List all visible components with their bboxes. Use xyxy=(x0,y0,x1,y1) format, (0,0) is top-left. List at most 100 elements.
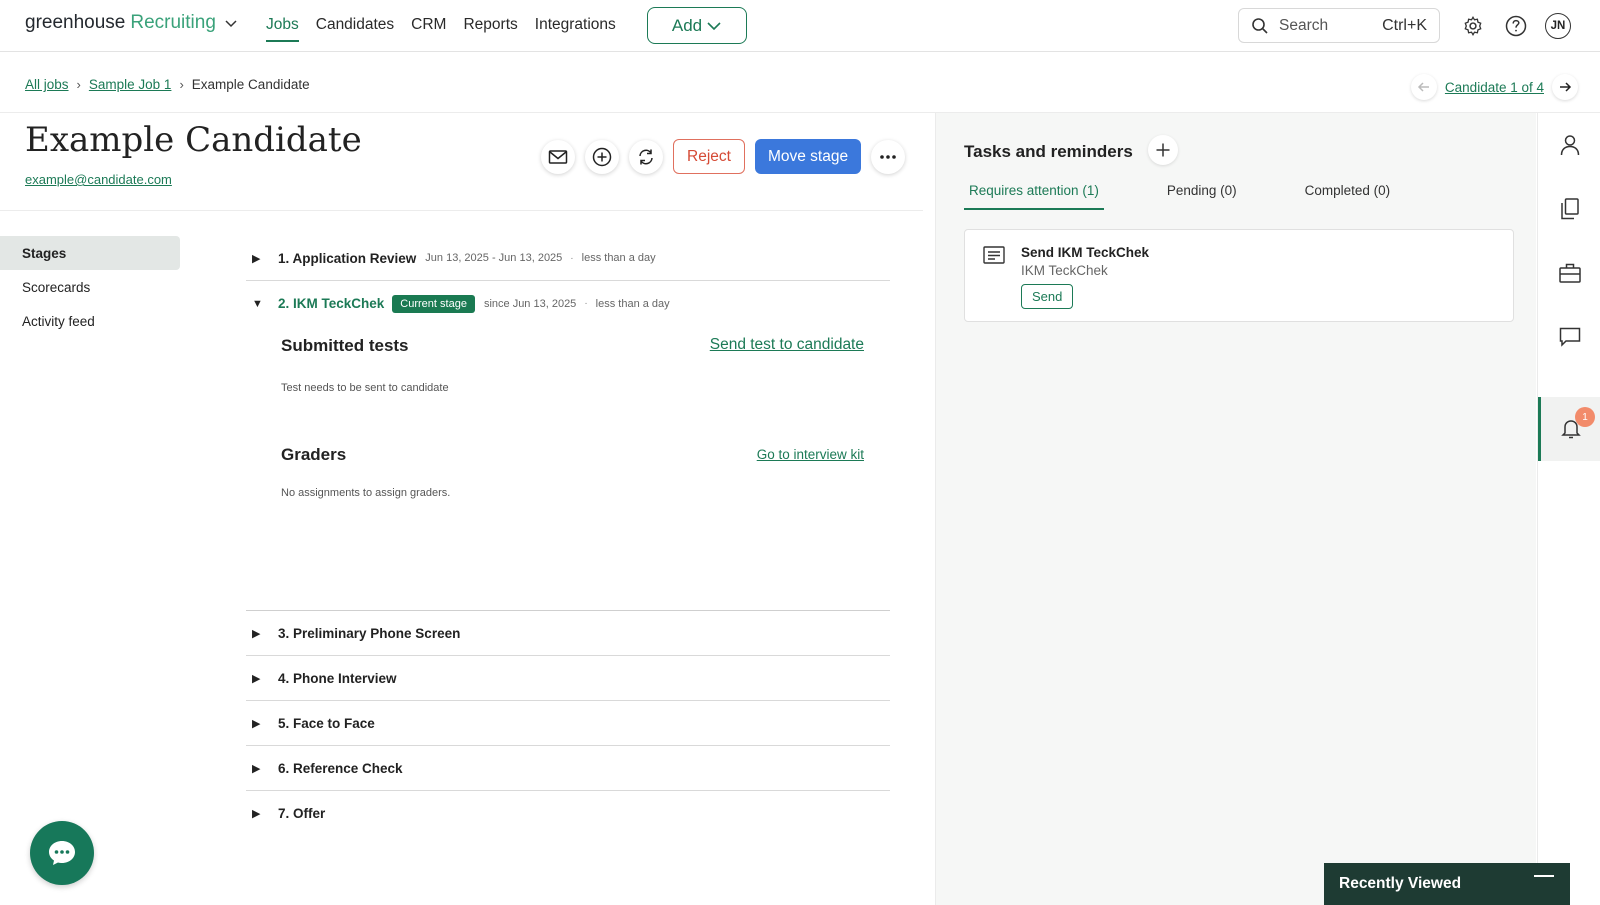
chevron-right-icon: › xyxy=(76,77,81,92)
stage-name: 4. Phone Interview xyxy=(278,670,397,686)
subnav-activity-feed[interactable]: Activity feed xyxy=(0,304,180,338)
chevron-down-icon xyxy=(707,21,721,30)
subnav-scorecards[interactable]: Scorecards xyxy=(0,270,180,304)
arrow-left-icon xyxy=(1417,82,1429,92)
page-title: Example Candidate xyxy=(25,120,362,160)
chat-icon xyxy=(1559,327,1580,347)
subnav-stages[interactable]: Stages xyxy=(0,236,180,270)
refresh-icon xyxy=(639,149,653,164)
candidate-position-link[interactable]: Candidate 1 of 4 xyxy=(1445,80,1544,95)
caret-right-icon: ▶ xyxy=(252,252,261,265)
send-test-link[interactable]: Send test to candidate xyxy=(710,336,864,354)
stage-row-face-to-face[interactable]: ▶ 5. Face to Face xyxy=(246,701,890,746)
next-candidate-button[interactable] xyxy=(1552,74,1578,100)
rail-profile[interactable] xyxy=(1538,113,1600,177)
more-horizontal-icon xyxy=(880,154,896,159)
product-switcher[interactable]: greenhouse Recruiting xyxy=(25,12,238,34)
caret-right-icon: ▶ xyxy=(252,672,261,685)
more-options-button[interactable] xyxy=(871,139,906,174)
user-avatar[interactable]: JN xyxy=(1545,13,1571,39)
nav-crm[interactable]: CRM xyxy=(411,16,446,42)
caret-right-icon: ▶ xyxy=(252,762,261,775)
breadcrumb-job[interactable]: Sample Job 1 xyxy=(89,77,172,92)
stage-row-phone-interview[interactable]: ▶ 4. Phone Interview xyxy=(246,656,890,701)
caret-right-icon: ▶ xyxy=(252,627,261,640)
submitted-tests-heading: Submitted tests xyxy=(281,336,409,355)
briefcase-icon xyxy=(1558,263,1581,283)
chat-launcher-button[interactable] xyxy=(30,821,94,885)
caret-down-icon: ▼ xyxy=(252,297,263,310)
breadcrumb-all-jobs[interactable]: All jobs xyxy=(25,77,69,92)
chat-bubble-icon xyxy=(49,841,75,865)
rail-documents[interactable] xyxy=(1538,177,1600,241)
rail-messages[interactable] xyxy=(1538,305,1600,369)
stage-row-offer[interactable]: ▶ 7. Offer xyxy=(246,791,890,836)
recently-viewed-bar[interactable]: Recently Viewed xyxy=(1324,863,1570,905)
candidate-email-link[interactable]: example@candidate.com xyxy=(25,172,172,187)
mail-icon xyxy=(548,149,568,164)
minimize-icon[interactable] xyxy=(1534,875,1554,877)
separator-dot: · xyxy=(570,252,574,264)
nav-candidates[interactable]: Candidates xyxy=(316,16,394,42)
breadcrumb-current: Example Candidate xyxy=(191,77,310,92)
add-button[interactable]: Add xyxy=(647,7,747,44)
notification-count-badge: 1 xyxy=(1575,407,1595,427)
add-button-label: Add xyxy=(671,15,703,35)
arrow-right-icon xyxy=(1560,82,1572,92)
search-input[interactable]: Search Ctrl+K xyxy=(1238,8,1440,43)
stage-duration: less than a day xyxy=(581,252,656,264)
rail-jobs[interactable] xyxy=(1538,241,1600,305)
settings-button[interactable] xyxy=(1460,13,1486,39)
help-icon xyxy=(1505,15,1527,37)
tab-completed[interactable]: Completed (0) xyxy=(1300,183,1396,210)
candidate-actions: Reject Move stage xyxy=(541,139,906,174)
graders-note: No assignments to assign graders. xyxy=(281,487,451,499)
logo-text: greenhouse xyxy=(25,12,126,33)
main-nav: Jobs Candidates CRM Reports Integrations xyxy=(266,16,616,42)
email-button[interactable] xyxy=(541,139,575,174)
right-icon-rail: 1 xyxy=(1537,113,1600,905)
breadcrumb: All jobs › Sample Job 1 › Example Candid… xyxy=(25,77,310,92)
add-task-button[interactable] xyxy=(1148,135,1178,165)
chevron-down-icon xyxy=(225,20,237,28)
tab-requires-attention[interactable]: Requires attention (1) xyxy=(964,183,1104,210)
add-action-button[interactable] xyxy=(585,139,619,174)
copy-icon xyxy=(1560,198,1579,220)
plus-icon xyxy=(1156,143,1170,157)
graders-heading: Graders xyxy=(281,445,347,464)
stage-row-application-review[interactable]: ▶ 1. Application Review Jun 13, 2025 - J… xyxy=(246,236,890,281)
stage-since: since Jun 13, 2025 xyxy=(483,297,577,310)
stage-name: 1. Application Review xyxy=(278,250,417,266)
stage-name: 5. Face to Face xyxy=(278,715,375,731)
nav-reports[interactable]: Reports xyxy=(463,16,517,42)
help-button[interactable] xyxy=(1503,13,1529,39)
interview-kit-link[interactable]: Go to interview kit xyxy=(757,447,864,462)
search-shortcut: Ctrl+K xyxy=(1382,16,1427,34)
rail-notifications[interactable]: 1 xyxy=(1538,397,1600,461)
stage-row-preliminary-phone-screen[interactable]: ▶ 3. Preliminary Phone Screen xyxy=(246,611,890,656)
caret-right-icon: ▶ xyxy=(252,717,261,730)
stage-details-panel: Submitted tests Send test to candidate T… xyxy=(246,326,890,611)
send-task-button[interactable]: Send xyxy=(1021,284,1074,309)
stage-dates: Jun 13, 2025 - Jun 13, 2025 xyxy=(425,252,563,264)
stages-list: ▶ 1. Application Review Jun 13, 2025 - J… xyxy=(246,236,890,836)
task-title: Send IKM TeckChek xyxy=(1021,245,1150,260)
separator-dot: · xyxy=(584,298,588,309)
stage-name: 2. IKM TeckChek xyxy=(278,296,385,311)
reject-button[interactable]: Reject xyxy=(673,139,745,174)
move-stage-button[interactable]: Move stage xyxy=(754,139,862,174)
stage-row-reference-check[interactable]: ▶ 6. Reference Check xyxy=(246,746,890,791)
stage-row-ikm-teckchek[interactable]: ▼ 2. IKM TeckChek Current stage since Ju… xyxy=(246,281,890,326)
nav-jobs[interactable]: Jobs xyxy=(266,16,299,42)
tab-pending[interactable]: Pending (0) xyxy=(1162,183,1242,210)
previous-candidate-button[interactable] xyxy=(1410,74,1437,100)
tasks-panel: Tasks and reminders Requires attention (… xyxy=(935,113,1536,905)
nav-integrations[interactable]: Integrations xyxy=(535,16,616,42)
stage-name: 7. Offer xyxy=(278,806,326,821)
task-tabs: Requires attention (1) Pending (0) Compl… xyxy=(964,183,1453,210)
transfer-button[interactable] xyxy=(629,139,663,174)
candidate-subnav: Stages Scorecards Activity feed xyxy=(0,236,180,338)
gear-icon xyxy=(1464,16,1482,36)
header-divider xyxy=(0,210,923,211)
candidate-pager: Candidate 1 of 4 xyxy=(1410,74,1578,100)
